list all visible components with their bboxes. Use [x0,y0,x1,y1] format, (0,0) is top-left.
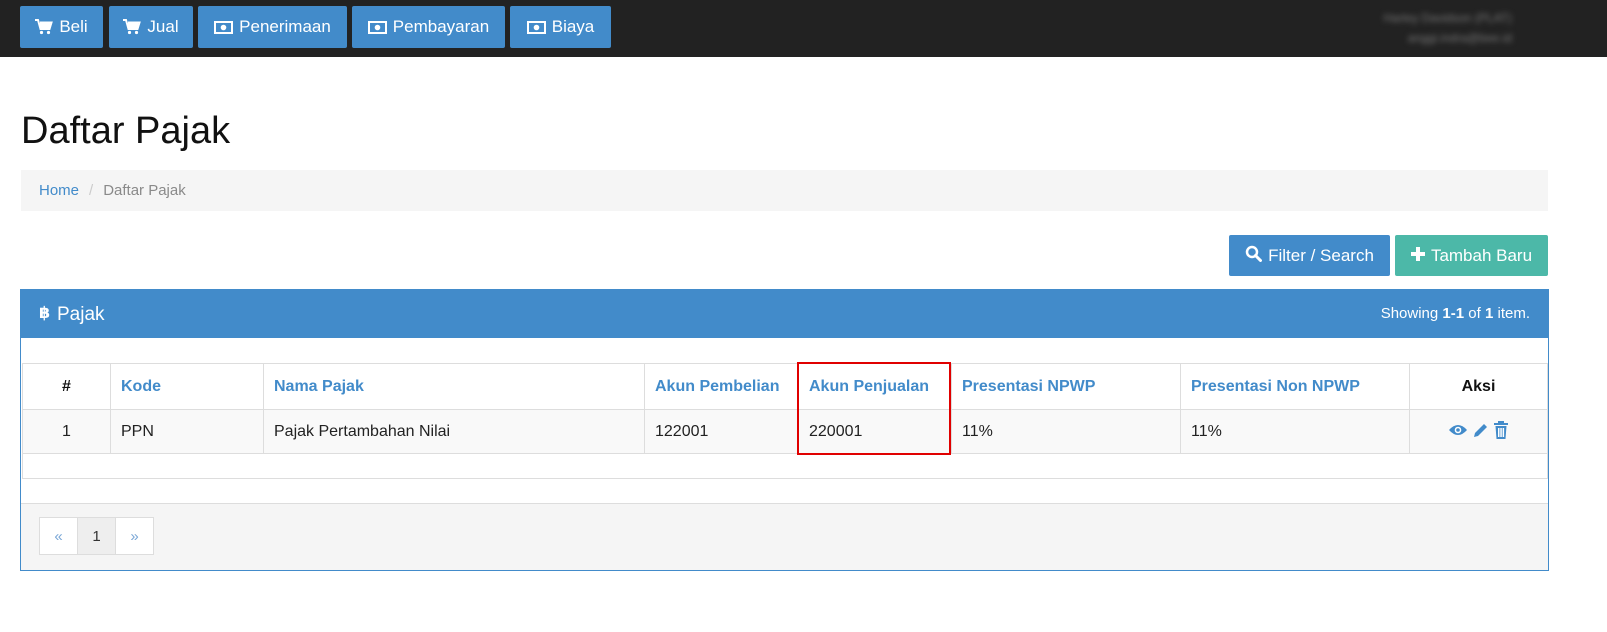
user-email: anggi.indra@bee.id [1407,31,1512,45]
nav-biaya-label: Biaya [551,17,595,36]
bitcoin-icon: ฿ [39,303,53,327]
money-icon [526,20,546,34]
user-menu[interactable]: Harley Davidson (PLAT) anggi.indra@bee.i… [1384,8,1512,48]
nav-pembayaran-button[interactable]: Pembayaran [352,6,505,48]
table-empty-row [22,453,1548,479]
edit-pencil-icon[interactable] [1472,422,1489,439]
panel-title-label: Pajak [57,304,105,325]
cell-presentasi-npwp: 11% [951,409,1181,454]
pagination-next[interactable]: » [115,517,154,555]
nav-jual-label: Jual [147,17,179,36]
tax-table: # Kode Nama Pajak Akun Pembelian Akun Pe… [22,363,1548,479]
nav-penerimaan-label: Penerimaan [239,17,331,36]
breadcrumb-current: Daftar Pajak [103,182,186,199]
top-navbar: Beli Jual Penerimaan Pembayaran Biaya Ha… [0,0,1607,57]
cell-akun-penjualan: 220001 [798,409,952,454]
panel-summary: Showing 1-1 of 1 item. [1381,305,1530,322]
cell-nama-pajak: Pajak Pertambahan Nilai [263,409,645,454]
pagination-page-1[interactable]: 1 [77,517,116,555]
table-wrapper: # Kode Nama Pajak Akun Pembelian Akun Pe… [22,363,1548,479]
panel-header: ฿ Pajak Showing 1-1 of 1 item. [21,290,1548,338]
empty-cell [22,453,1548,479]
svg-text:฿: ฿ [39,303,50,321]
column-header-akun-penjualan[interactable]: Akun Penjualan [798,363,952,410]
column-header-aksi: Aksi [1409,363,1548,410]
cart-icon [123,19,142,35]
view-eye-icon[interactable] [1448,423,1468,437]
column-header-akun-pembelian[interactable]: Akun Pembelian [644,363,799,410]
column-header-nama-pajak[interactable]: Nama Pajak [263,363,645,410]
cell-presentasi-non-npwp: 11% [1180,409,1410,454]
cell-akun-pembelian: 122001 [644,409,799,454]
nav-beli-button[interactable]: Beli [20,6,103,48]
filter-search-button[interactable]: Filter / Search [1229,235,1390,276]
panel-footer: « 1 » [21,503,1548,570]
column-header-presentasi-non-npwp[interactable]: Presentasi Non NPWP [1180,363,1410,410]
breadcrumb: Home / Daftar Pajak [21,170,1548,211]
nav-pembayaran-label: Pembayaran [392,17,490,36]
plus-icon [1410,246,1425,266]
summary-range: 1-1 [1442,305,1465,322]
cell-number: 1 [22,409,111,454]
user-name: Harley Davidson (PLAT) [1383,11,1512,25]
page-title: Daftar Pajak [21,110,231,152]
pagination-prev[interactable]: « [39,517,78,555]
nav-penerimaan-button[interactable]: Penerimaan [198,6,347,48]
search-icon [1245,245,1263,267]
table-header-row: # Kode Nama Pajak Akun Pembelian Akun Pe… [22,363,1548,410]
summary-suffix: item. [1493,305,1530,322]
column-header-presentasi-npwp[interactable]: Presentasi NPWP [951,363,1181,410]
filter-search-label: Filter / Search [1268,245,1374,265]
breadcrumb-home-link[interactable]: Home [39,182,79,199]
delete-trash-icon[interactable] [1493,421,1509,439]
table-row: 1 PPN Pajak Pertambahan Nilai 122001 220… [22,409,1548,454]
add-new-button[interactable]: Tambah Baru [1395,235,1548,276]
column-header-kode[interactable]: Kode [110,363,264,410]
nav-jual-button[interactable]: Jual [109,6,193,48]
cart-icon [35,19,54,35]
cell-aksi [1409,409,1548,454]
column-header-number: # [22,363,111,410]
panel-title: ฿ Pajak [39,303,105,327]
money-icon [214,20,234,34]
money-icon [367,20,387,34]
summary-prefix: Showing [1380,305,1443,322]
pagination: « 1 » [39,517,154,555]
add-new-label: Tambah Baru [1430,245,1533,265]
nav-beli-label: Beli [59,17,88,36]
cell-kode: PPN [110,409,264,454]
tax-panel: ฿ Pajak Showing 1-1 of 1 item. # Kode Na… [20,289,1549,571]
nav-biaya-button[interactable]: Biaya [510,6,611,48]
summary-mid: of [1464,305,1485,322]
breadcrumb-separator: / [89,182,94,199]
